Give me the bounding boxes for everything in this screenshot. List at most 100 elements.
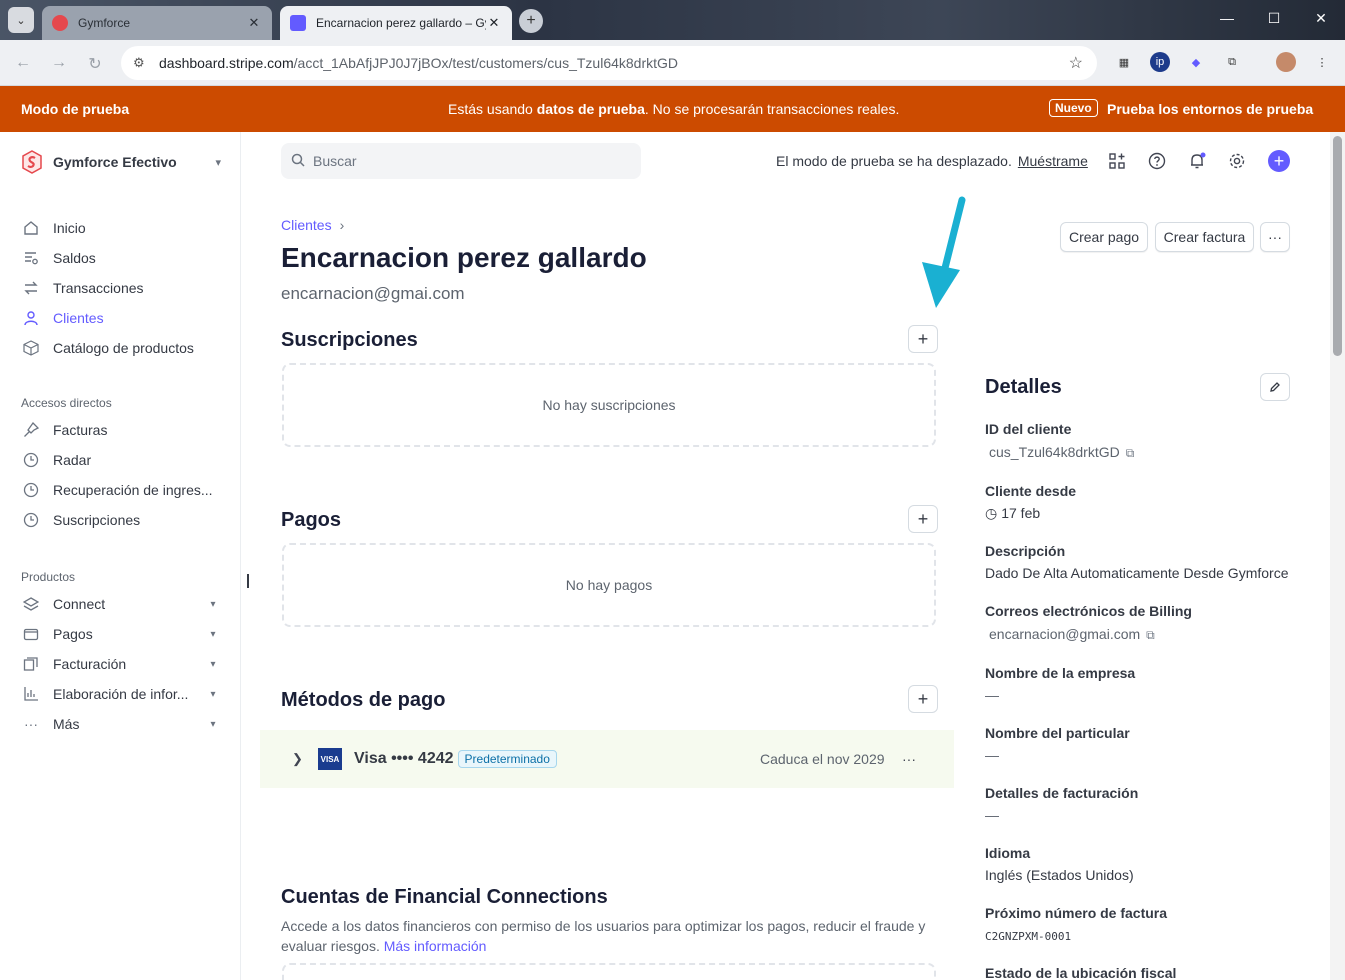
products-section-label: Productos (21, 570, 76, 584)
financial-connections-description: Accede a los datos financieros con permi… (281, 918, 926, 954)
notifications-bell-icon[interactable] (1187, 151, 1207, 171)
test-mode-message: Estás usando datos de prueba. No se proc… (448, 101, 900, 117)
clock-icon (21, 510, 41, 530)
detail-label: Cliente desde (985, 483, 1077, 499)
new-tab-button[interactable]: + (519, 9, 543, 33)
learn-more-link[interactable]: Más información (384, 938, 487, 954)
sidebar-item-transacciones[interactable]: Transacciones (21, 276, 221, 300)
more-actions-button[interactable]: ··· (1260, 222, 1290, 252)
page-title: Encarnacion perez gallardo (281, 242, 647, 273)
tab-search-button[interactable]: ⌄ (8, 7, 34, 33)
next-invoice-number-value: C2GNZPXM-0001 (985, 930, 1072, 943)
edit-details-button[interactable] (1260, 373, 1290, 401)
subscriptions-title: Suscripciones (281, 329, 418, 351)
chevron-down-icon: ▾ (210, 658, 216, 670)
detail-label: Estado de la ubicación fiscal (985, 965, 1177, 980)
apps-icon[interactable] (1107, 151, 1127, 171)
account-name: Gymforce Efectivo (53, 154, 177, 170)
maximize-icon[interactable]: ☐ (1264, 10, 1284, 27)
url-text: dashboard.stripe.com/acct_1AbAfjJPJ0J7jB… (159, 55, 679, 71)
forward-icon[interactable]: → (49, 54, 69, 72)
sidebar-item-facturacion[interactable]: Facturación ▾ (21, 652, 221, 676)
layers-icon (21, 594, 41, 614)
sidebar-item-suscripciones[interactable]: Suscripciones (21, 508, 221, 532)
search-input[interactable]: Buscar (281, 143, 641, 179)
detail-label: Descripción (985, 543, 1066, 559)
test-mode-label: Modo de prueba (21, 101, 130, 117)
create-plus-icon[interactable]: + (1268, 150, 1290, 172)
copy-icon[interactable]: ⧉ (1126, 446, 1135, 460)
profile-avatar-icon[interactable] (1276, 52, 1296, 72)
sidebar-item-clientes[interactable]: Clientes (21, 306, 221, 330)
stripe-favicon-icon (290, 15, 306, 31)
breadcrumb-clientes-link[interactable]: Clientes (281, 217, 332, 233)
pin-icon (21, 420, 41, 440)
reload-icon[interactable]: ↻ (85, 54, 105, 74)
detail-label: Nombre del particular (985, 725, 1130, 741)
create-payment-button[interactable]: Crear pago (1060, 222, 1148, 252)
sidebar-resize-handle[interactable] (247, 574, 249, 588)
pencil-icon (1270, 382, 1280, 392)
browser-tab-gymforce[interactable]: Gymforce ✕ (42, 6, 272, 40)
new-badge: Nuevo (1049, 99, 1098, 117)
ip-extension-icon[interactable]: ip (1150, 52, 1170, 72)
sidebar-item-inicio[interactable]: Inicio (21, 216, 221, 240)
visa-card-icon: VISA (318, 748, 342, 770)
sidebar-item-recuperacion[interactable]: Recuperación de ingres... (21, 478, 221, 502)
annotation-arrow-icon (922, 196, 966, 308)
test-mode-banner: Modo de prueba Estás usando datos de pru… (0, 86, 1345, 132)
billing-email-value: encarnacion@gmai.com ⧉ (989, 626, 1155, 642)
customer-since-value: ◷ 17 feb (985, 505, 1041, 521)
clock-icon: ◷ (985, 505, 998, 521)
sidebar-item-pagos[interactable]: Pagos ▾ (21, 622, 221, 646)
sidebar-item-informes[interactable]: Elaboración de infor... ▾ (21, 682, 221, 706)
clock-icon (21, 480, 41, 500)
add-subscription-button[interactable]: + (908, 325, 938, 353)
sandbox-link[interactable]: Prueba los entornos de prueba (1107, 101, 1313, 117)
subscriptions-empty-state: No hay suscripciones (282, 363, 936, 447)
sidebar-item-connect[interactable]: Connect ▾ (21, 592, 221, 616)
sidebar: Gymforce Efectivo ▾ Inicio Saldos Transa… (0, 132, 241, 980)
add-payment-method-button[interactable]: + (908, 685, 938, 713)
extension-icon[interactable]: ◆ (1186, 52, 1206, 72)
puzzle-extensions-icon[interactable]: ⧉ (1222, 52, 1242, 72)
payment-method-more-icon[interactable]: ··· (902, 751, 916, 767)
payment-methods-title: Métodos de pago (281, 689, 446, 711)
chevron-down-icon: ▾ (210, 598, 216, 610)
sidebar-item-mas[interactable]: ··· Más ▾ (21, 712, 221, 736)
scrollbar-thumb[interactable] (1333, 136, 1342, 356)
chevron-right-icon[interactable]: ❯ (292, 751, 306, 767)
search-placeholder: Buscar (313, 153, 357, 169)
close-tab-icon[interactable]: ✕ (486, 15, 502, 31)
payment-method-row[interactable]: ❯ VISA Visa •••• 4242 Predeterminado Cad… (260, 730, 954, 788)
account-switcher[interactable]: Gymforce Efectivo ▾ (21, 150, 221, 174)
billing-icon (21, 654, 41, 674)
card-expiry: Caduca el nov 2029 (760, 751, 885, 767)
sidebar-item-saldos[interactable]: Saldos (21, 246, 221, 270)
detail-label: Próximo número de factura (985, 905, 1168, 921)
add-payment-button[interactable]: + (908, 505, 938, 533)
browser-tab-customer[interactable]: Encarnacion perez gallardo – Gymforce ✕ (280, 6, 512, 40)
browser-menu-icon[interactable]: ⋮ (1312, 52, 1332, 72)
sidebar-item-radar[interactable]: Radar (21, 448, 221, 472)
customer-id-value: cus_Tzul64k8drktGD ⧉ (989, 444, 1135, 460)
tab-title: Gymforce (78, 16, 131, 30)
address-bar[interactable]: ⚙ dashboard.stripe.com/acct_1AbAfjJPJ0J7… (121, 46, 1097, 80)
copy-icon[interactable]: ⧉ (1146, 628, 1155, 642)
sidebar-item-facturas[interactable]: Facturas (21, 418, 221, 442)
close-tab-icon[interactable]: ✕ (246, 15, 262, 31)
shortcuts-section-label: Accesos directos (21, 396, 112, 410)
bookmark-star-icon[interactable]: ☆ (1069, 53, 1083, 73)
settings-gear-icon[interactable] (1227, 151, 1247, 171)
transactions-icon (21, 278, 41, 298)
show-me-link[interactable]: Muéstrame (1018, 153, 1088, 169)
help-icon[interactable] (1147, 151, 1167, 171)
close-window-icon[interactable]: ✕ (1311, 10, 1331, 27)
browser-tabbar: ⌄ Gymforce ✕ Encarnacion perez gallardo … (0, 0, 1345, 40)
sidebar-item-catalogo[interactable]: Catálogo de productos (21, 336, 221, 360)
minimize-icon[interactable]: — (1217, 10, 1237, 26)
back-icon[interactable]: ← (13, 54, 33, 72)
qr-extension-icon[interactable]: ▦ (1114, 52, 1134, 72)
site-info-icon[interactable]: ⚙ (133, 55, 151, 71)
create-invoice-button[interactable]: Crear factura (1155, 222, 1254, 252)
